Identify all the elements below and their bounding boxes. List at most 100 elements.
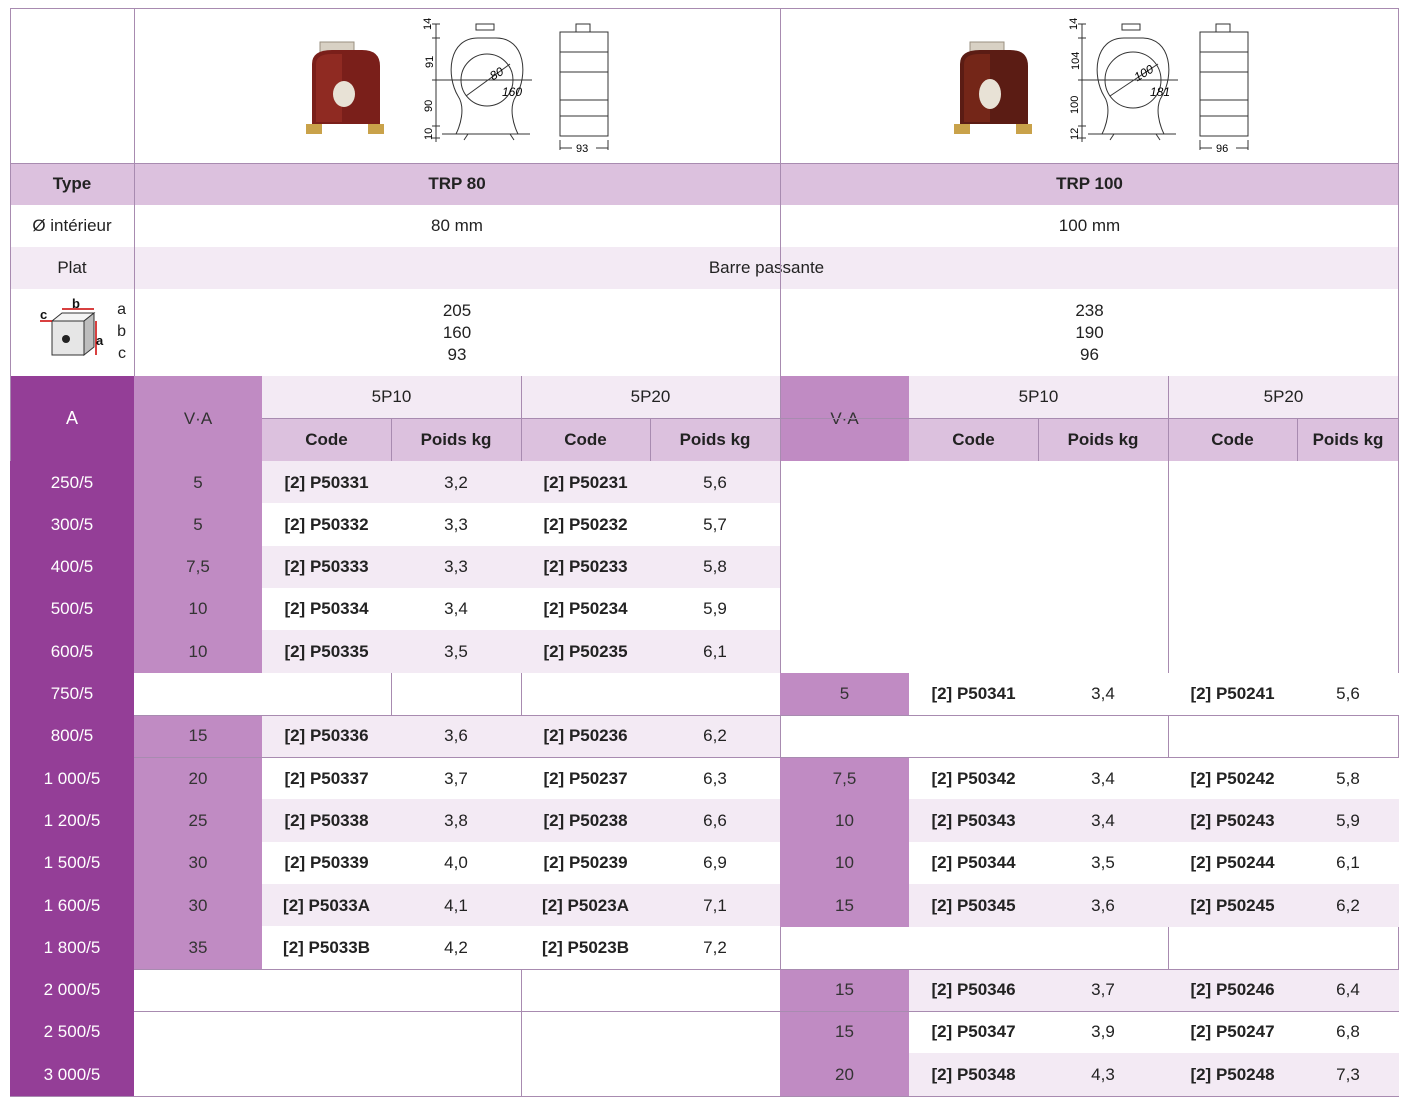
trp80-5p20-code: [2] P50234 <box>521 587 650 631</box>
trp100-va-value: 10 <box>780 841 909 885</box>
trp100-5p10-code: [2] P50343 <box>909 799 1038 843</box>
trp80-5p10-weight: 4,2 <box>391 926 521 970</box>
trp100-dim-c: 96 <box>1080 344 1099 364</box>
trp100-5p10-code: [2] P50344 <box>909 841 1038 885</box>
trp80-5p10-weight: 4,1 <box>391 884 521 927</box>
trp80-dim-outer: 160 <box>502 85 522 99</box>
grid-line <box>10 163 1399 164</box>
trp80-5p20-weight: 6,3 <box>650 757 780 801</box>
col-header-weight: Poids kg <box>391 418 521 461</box>
product-table-sheet: 14 91 90 10 80 160 93 14 104 100 12 100 … <box>0 0 1407 1101</box>
trp80-5p10-code: [2] P50332 <box>262 503 391 547</box>
col-header-5p20-trp100: 5P20 <box>1168 376 1399 418</box>
trp100-5p20-code: [2] P50242 <box>1168 757 1297 801</box>
trp100-dim-b: 190 <box>1075 322 1104 342</box>
trp100-dim-outer: 181 <box>1150 85 1170 99</box>
svg-text:c: c <box>40 307 47 322</box>
trp80-va-value: 35 <box>134 926 262 970</box>
row-current-rating: 800/5 <box>10 714 134 758</box>
trp80-5p10-weight: 3,2 <box>391 461 521 504</box>
grid-line <box>1297 418 1298 461</box>
trp80-5p10-weight: 3,6 <box>391 714 521 758</box>
box-dimension-icon: c b a <box>40 297 104 357</box>
trp100-5p10-weight: 4,3 <box>1038 1053 1168 1097</box>
trp100-dim-depth: 96 <box>1216 143 1228 152</box>
trp100-5p10-weight: 3,7 <box>1038 968 1168 1012</box>
trp100-5p10-weight: 3,4 <box>1038 799 1168 843</box>
grid-line <box>1398 8 1399 1096</box>
image-row-label-empty <box>10 8 134 163</box>
trp80-5p10-code: [2] P5033B <box>262 926 391 970</box>
trp100-5p10-weight: 3,4 <box>1038 672 1168 716</box>
svg-text:a: a <box>96 333 104 348</box>
trp100-5p20-code: [2] P50243 <box>1168 799 1297 843</box>
trp100-dim-inner: 100 <box>1132 62 1157 84</box>
trp80-va-value: 15 <box>134 714 262 758</box>
trp100-dim-base: 12 <box>1069 128 1081 140</box>
row-current-rating: 2 000/5 <box>10 968 134 1012</box>
trp80-5p10-code: [2] P50334 <box>262 587 391 631</box>
trp80-photo <box>306 41 384 134</box>
trp100-5p10-weight: 3,5 <box>1038 841 1168 885</box>
trp100-5p10-weight: 3,6 <box>1038 884 1168 927</box>
row-current-rating: 600/5 <box>10 630 134 674</box>
dim-letter-a: a <box>117 301 126 318</box>
trp80-5p20-weight: 7,2 <box>650 926 780 970</box>
trp80-dims: 205 160 93 <box>134 289 780 376</box>
trp80-5p10-weight: 3,3 <box>391 545 521 589</box>
row-current-rating: 1 200/5 <box>10 799 134 843</box>
trp80-5p20-weight: 7,1 <box>650 884 780 927</box>
col-header-5p10-trp100: 5P10 <box>909 376 1168 418</box>
trp80-side-drawing: 93 <box>559 23 609 152</box>
trp100-dims: 238 190 96 <box>780 289 1399 376</box>
row-current-rating: 1 000/5 <box>10 757 134 801</box>
trp100-image-group: 14 104 100 12 100 181 96 <box>780 8 1399 163</box>
dim-letter-b: b <box>117 323 126 340</box>
trp80-va-value: 5 <box>134 503 262 547</box>
grid-line <box>10 8 1399 9</box>
col-header-code: Code <box>262 418 391 461</box>
trp80-dim-c: 93 <box>447 344 467 364</box>
trp100-5p20-code: [2] P50244 <box>1168 841 1297 885</box>
trp100-5p10-code: [2] P50346 <box>909 968 1038 1012</box>
trp80-5p20-code: [2] P50232 <box>521 503 650 547</box>
trp100-5p20-code: [2] P50248 <box>1168 1053 1297 1097</box>
trp80-image-group: 14 91 90 10 80 160 93 <box>134 8 780 163</box>
trp80-dim-b: 160 <box>442 322 472 342</box>
trp80-5p20-code: [2] P50236 <box>521 714 650 758</box>
grid-line <box>134 715 1399 716</box>
row-current-rating: 400/5 <box>10 545 134 589</box>
trp80-5p10-weight: 3,8 <box>391 799 521 843</box>
trp100-va-value: 5 <box>780 672 909 716</box>
trp80-5p20-code: [2] P5023A <box>521 884 650 927</box>
trp80-va-value: 30 <box>134 884 262 927</box>
trp80-5p20-code: [2] P50239 <box>521 841 650 885</box>
trp100-5p20-weight: 5,6 <box>1297 672 1399 716</box>
trp80-dim-base: 10 <box>423 128 435 140</box>
trp80-dim-a: 205 <box>442 300 472 320</box>
row-current-rating: 300/5 <box>10 503 134 547</box>
svg-text:b: b <box>72 297 80 311</box>
trp100-front-drawing: 14 104 100 12 100 181 <box>1068 18 1178 142</box>
trp80-5p20-weight: 6,9 <box>650 841 780 885</box>
type-label: Type <box>10 163 134 205</box>
col-header-weight: Poids kg <box>1297 418 1399 461</box>
row-current-rating: 1 600/5 <box>10 884 134 927</box>
trp100-5p20-code: [2] P50247 <box>1168 1010 1297 1054</box>
trp100-va-value: 15 <box>780 884 909 927</box>
trp100-5p10-code: [2] P50342 <box>909 757 1038 801</box>
trp100-va-value: 20 <box>780 1053 909 1097</box>
trp80-5p20-code: [2] P50237 <box>521 757 650 801</box>
plat-value: Barre passante <box>134 247 1399 289</box>
trp80-va-value: 10 <box>134 630 262 674</box>
grid-line <box>650 418 651 461</box>
trp80-5p20-weight: 5,8 <box>650 545 780 589</box>
col-header-weight: Poids kg <box>1038 418 1168 461</box>
trp80-va-value: 5 <box>134 461 262 504</box>
trp100-5p10-weight: 3,4 <box>1038 757 1168 801</box>
trp80-va-value: 10 <box>134 587 262 631</box>
trp80-5p10-code: [2] P50337 <box>262 757 391 801</box>
row-current-rating: 3 000/5 <box>10 1053 134 1097</box>
trp100-photo <box>954 41 1032 134</box>
col-header-va-trp80: V·A <box>134 376 262 461</box>
